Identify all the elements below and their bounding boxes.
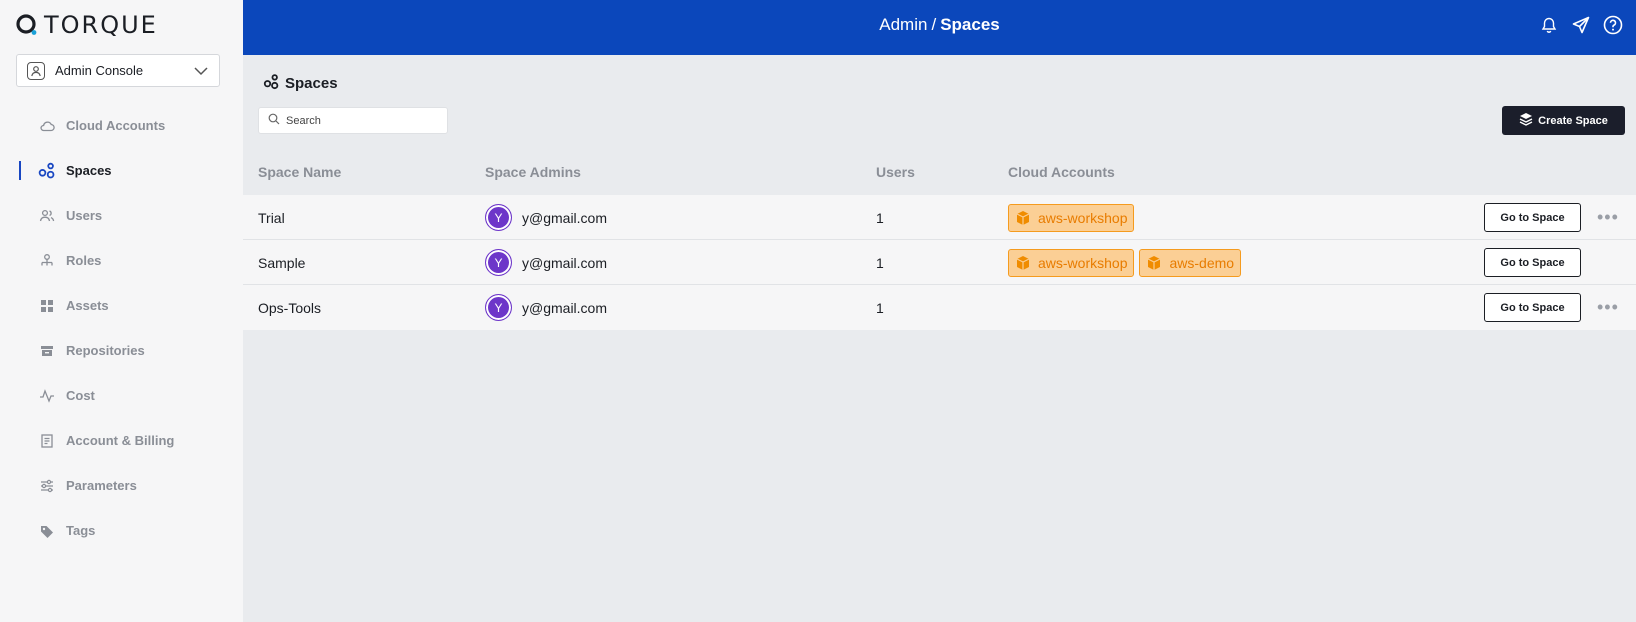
bell-icon[interactable] [1538,14,1560,36]
sidebar-item-repositories[interactable]: Repositories [0,328,243,373]
go-to-space-button[interactable]: Go to Space [1484,248,1581,277]
sidebar-item-users[interactable]: Users [0,193,243,238]
avatar: Y [485,204,512,231]
top-bar-actions [1538,14,1624,36]
space-admin: Y y@gmail.com [485,195,607,240]
avatar: Y [485,294,512,321]
aws-box-icon [1148,255,1161,270]
table-row[interactable]: Trial Y y@gmail.com 1 aws-workshop Go to… [243,195,1636,240]
cloud-accounts: aws-workshop [1008,195,1135,240]
sidebar-item-account-billing[interactable]: Account & Billing [0,418,243,463]
sidebar-item-label: Account & Billing [66,433,175,448]
user-count: 1 [876,209,884,226]
sidebar-item-parameters[interactable]: Parameters [0,463,243,508]
assets-icon [38,297,56,315]
sidebar-item-label: Tags [66,523,96,538]
cost-icon [38,387,56,405]
sidebar-item-assets[interactable]: Assets [0,283,243,328]
breadcrumb: Admin / Spaces [243,15,1636,35]
avatar: Y [485,249,512,276]
cloud-account-chip[interactable]: aws-workshop [1008,203,1135,232]
billing-icon [38,432,56,450]
sidebar-item-cloud-accounts[interactable]: Cloud Accounts [0,103,243,148]
user-count: 1 [876,254,884,271]
create-space-button[interactable]: Create Space [1502,106,1625,135]
roles-icon [38,252,56,270]
sidebar-item-label: Cost [66,388,95,403]
sidebar-item-label: Repositories [66,343,145,358]
breadcrumb-separator: / [931,15,937,34]
table-row[interactable]: Ops-Tools Y y@gmail.com 1 Go to Space ••… [243,285,1636,330]
cloud-account-chip[interactable]: aws-workshop [1008,248,1135,277]
sidebar-item-cost[interactable]: Cost [0,373,243,418]
send-icon[interactable] [1570,14,1592,36]
admin-email: y@gmail.com [522,254,608,271]
aws-box-icon [1016,255,1030,270]
create-space-label: Create Space [1538,114,1608,127]
space-name[interactable]: Trial [258,195,285,240]
torque-logo-icon [16,14,37,35]
column-header-users: Users [876,164,915,180]
space-name[interactable]: Sample [258,240,305,285]
sidebar-item-label: Roles [66,253,102,268]
sidebar-item-label: Spaces [66,163,112,178]
search-icon [268,112,280,130]
sidebar-item-label: Users [66,208,103,223]
help-icon[interactable] [1602,14,1624,36]
spaces-icon [38,162,56,180]
more-options-icon[interactable]: ••• [1597,297,1619,318]
console-selector[interactable]: Admin Console [16,54,220,87]
more-options-icon[interactable]: ••• [1597,207,1619,228]
sidebar-item-roles[interactable]: Roles [0,238,243,283]
admin-email: y@gmail.com [522,299,608,316]
sidebar-item-tags[interactable]: Tags [0,508,243,553]
tags-icon [38,522,56,540]
breadcrumb-root[interactable]: Admin [879,15,927,34]
sidebar-item-label: Assets [66,298,109,313]
cloud-account-name: aws-workshop [1038,209,1128,226]
aws-box-icon [1016,210,1030,225]
search-input[interactable] [286,114,436,127]
spaces-icon [263,72,281,94]
page-title: Spaces [263,72,338,94]
sidebar-item-label: Cloud Accounts [66,118,166,133]
column-header-space-admins: Space Admins [485,164,581,180]
search-box[interactable] [258,107,448,134]
sidebar-item-label: Parameters [66,478,137,493]
spaces-table-body: Trial Y y@gmail.com 1 aws-workshop Go to… [243,195,1636,330]
sidebar: TORQUE Admin Console Cloud Accounts Spac… [0,0,243,622]
layers-icon [1519,112,1533,129]
go-to-space-button[interactable]: Go to Space [1484,203,1581,232]
go-to-space-button[interactable]: Go to Space [1484,293,1581,322]
torque-logo[interactable]: TORQUE [16,11,158,39]
chevron-down-icon [194,66,208,75]
column-header-space-name: Space Name [258,164,342,180]
user-count: 1 [876,299,884,316]
page-title-text: Spaces [285,74,338,92]
brand-name: TORQUE [44,11,158,39]
space-admin: Y y@gmail.com [485,285,607,330]
console-selector-label: Admin Console [55,63,144,78]
cloud-account-name: aws-demo [1169,254,1235,271]
main-content: Spaces Create Space Space Name Space Adm… [243,55,1636,622]
users-icon [38,207,56,225]
top-bar: Admin / Spaces [243,0,1636,55]
cloud-account-name: aws-workshop [1038,254,1128,271]
table-header: Space Name Space Admins Users Cloud Acco… [243,153,1636,193]
sidebar-item-spaces[interactable]: Spaces [0,148,243,193]
cloud-icon [38,117,56,135]
space-name[interactable]: Ops-Tools [258,285,321,330]
column-header-cloud-accounts: Cloud Accounts [1008,164,1115,180]
repositories-icon [38,342,56,360]
parameters-icon [38,477,56,495]
breadcrumb-current: Spaces [940,15,1000,34]
admin-email: y@gmail.com [522,209,608,226]
sidebar-nav: Cloud Accounts Spaces Users Roles Assets… [0,103,243,553]
cloud-accounts: aws-workshop aws-demo [1008,240,1242,285]
table-row[interactable]: Sample Y y@gmail.com 1 aws-workshop aws-… [243,240,1636,285]
cloud-account-chip[interactable]: aws-demo [1139,248,1242,277]
admin-user-icon [27,61,45,80]
space-admin: Y y@gmail.com [485,240,607,285]
